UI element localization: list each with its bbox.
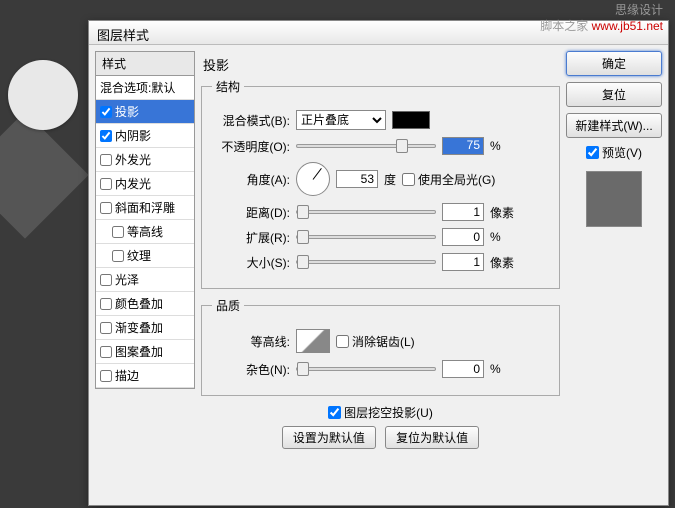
style-item-11[interactable]: 图案叠加 (96, 340, 194, 364)
contour-picker[interactable] (296, 329, 330, 353)
size-input[interactable] (442, 253, 484, 271)
make-default-button[interactable]: 设置为默认值 (282, 426, 376, 449)
style-label: 颜色叠加 (115, 295, 163, 312)
style-label: 内发光 (115, 175, 151, 192)
reset-default-button[interactable]: 复位为默认值 (385, 426, 479, 449)
bg-shape-circle (8, 60, 78, 130)
distance-unit: 像素 (490, 204, 514, 221)
panel-title: 投影 (201, 51, 560, 78)
style-label: 混合选项:默认 (100, 79, 175, 96)
style-item-7[interactable]: 纹理 (96, 244, 194, 268)
opacity-slider[interactable] (296, 144, 436, 148)
style-label: 纹理 (127, 247, 151, 264)
action-column: 确定 复位 新建样式(W)... 预览(V) (566, 51, 662, 499)
style-item-1[interactable]: 投影 (96, 100, 194, 124)
size-slider[interactable] (296, 260, 436, 264)
style-checkbox[interactable] (112, 250, 124, 262)
layer-style-dialog: 图层样式 样式 混合选项:默认投影内阴影外发光内发光斜面和浮雕等高线纹理光泽颜色… (88, 20, 669, 506)
styles-list: 混合选项:默认投影内阴影外发光内发光斜面和浮雕等高线纹理光泽颜色叠加渐变叠加图案… (95, 76, 195, 389)
style-checkbox[interactable] (100, 346, 112, 358)
quality-group: 品质 等高线: 消除锯齿(L) 杂色(N): % (201, 297, 560, 396)
quality-legend: 品质 (212, 297, 244, 314)
watermark: 思缘设计 脚本之家 www.jb51.net (540, 3, 663, 34)
style-label: 斜面和浮雕 (115, 199, 175, 216)
style-checkbox[interactable] (100, 130, 112, 142)
angle-dial[interactable] (296, 162, 330, 196)
structure-group: 结构 混合模式(B): 正片叠底 不透明度(O): 75 % 角度(A): (201, 78, 560, 289)
style-label: 内阴影 (115, 127, 151, 144)
angle-input[interactable] (336, 170, 378, 188)
blend-mode-select[interactable]: 正片叠底 (296, 110, 386, 130)
style-label: 图案叠加 (115, 343, 163, 360)
antialias-checkbox[interactable]: 消除锯齿(L) (336, 333, 415, 350)
style-label: 光泽 (115, 271, 139, 288)
preview-swatch (586, 171, 642, 227)
style-item-2[interactable]: 内阴影 (96, 124, 194, 148)
style-label: 等高线 (127, 223, 163, 240)
new-style-button[interactable]: 新建样式(W)... (566, 113, 662, 138)
style-checkbox[interactable] (112, 226, 124, 238)
spread-unit: % (490, 230, 501, 244)
global-light-checkbox[interactable]: 使用全局光(G) (402, 171, 495, 188)
style-item-6[interactable]: 等高线 (96, 220, 194, 244)
style-checkbox[interactable] (100, 106, 112, 118)
opacity-label: 不透明度(O): (212, 138, 290, 155)
style-checkbox[interactable] (100, 154, 112, 166)
noise-input[interactable] (442, 360, 484, 378)
style-item-12[interactable]: 描边 (96, 364, 194, 388)
blend-mode-label: 混合模式(B): (212, 112, 290, 129)
style-checkbox[interactable] (100, 298, 112, 310)
distance-input[interactable] (442, 203, 484, 221)
style-checkbox[interactable] (100, 178, 112, 190)
opacity-unit: % (490, 139, 501, 153)
spread-input[interactable] (442, 228, 484, 246)
style-item-10[interactable]: 渐变叠加 (96, 316, 194, 340)
style-item-0[interactable]: 混合选项:默认 (96, 76, 194, 100)
shadow-color-swatch[interactable] (392, 111, 430, 129)
style-label: 投影 (115, 103, 139, 120)
opacity-input[interactable]: 75 (442, 137, 484, 155)
style-label: 渐变叠加 (115, 319, 163, 336)
settings-column: 投影 结构 混合模式(B): 正片叠底 不透明度(O): 75 % 角度(A): (201, 51, 560, 499)
style-item-4[interactable]: 内发光 (96, 172, 194, 196)
preview-checkbox[interactable]: 预览(V) (566, 144, 662, 161)
noise-slider[interactable] (296, 367, 436, 371)
bg-shape-diamond (0, 111, 89, 238)
distance-slider[interactable] (296, 210, 436, 214)
structure-legend: 结构 (212, 78, 244, 95)
angle-label: 角度(A): (212, 171, 290, 188)
ok-button[interactable]: 确定 (566, 51, 662, 76)
size-label: 大小(S): (212, 254, 290, 271)
spread-label: 扩展(R): (212, 229, 290, 246)
style-label: 描边 (115, 367, 139, 384)
styles-column: 样式 混合选项:默认投影内阴影外发光内发光斜面和浮雕等高线纹理光泽颜色叠加渐变叠… (95, 51, 195, 499)
style-item-5[interactable]: 斜面和浮雕 (96, 196, 194, 220)
distance-label: 距离(D): (212, 204, 290, 221)
size-unit: 像素 (490, 254, 514, 271)
style-item-9[interactable]: 颜色叠加 (96, 292, 194, 316)
style-checkbox[interactable] (100, 370, 112, 382)
noise-unit: % (490, 362, 501, 376)
style-checkbox[interactable] (100, 322, 112, 334)
style-checkbox[interactable] (100, 202, 112, 214)
knockout-checkbox[interactable]: 图层挖空投影(U) (328, 404, 433, 421)
style-checkbox[interactable] (100, 274, 112, 286)
style-item-3[interactable]: 外发光 (96, 148, 194, 172)
styles-header[interactable]: 样式 (95, 51, 195, 76)
noise-label: 杂色(N): (212, 361, 290, 378)
angle-unit: 度 (384, 171, 396, 188)
style-item-8[interactable]: 光泽 (96, 268, 194, 292)
cancel-button[interactable]: 复位 (566, 82, 662, 107)
spread-slider[interactable] (296, 235, 436, 239)
contour-label: 等高线: (212, 333, 290, 350)
style-label: 外发光 (115, 151, 151, 168)
